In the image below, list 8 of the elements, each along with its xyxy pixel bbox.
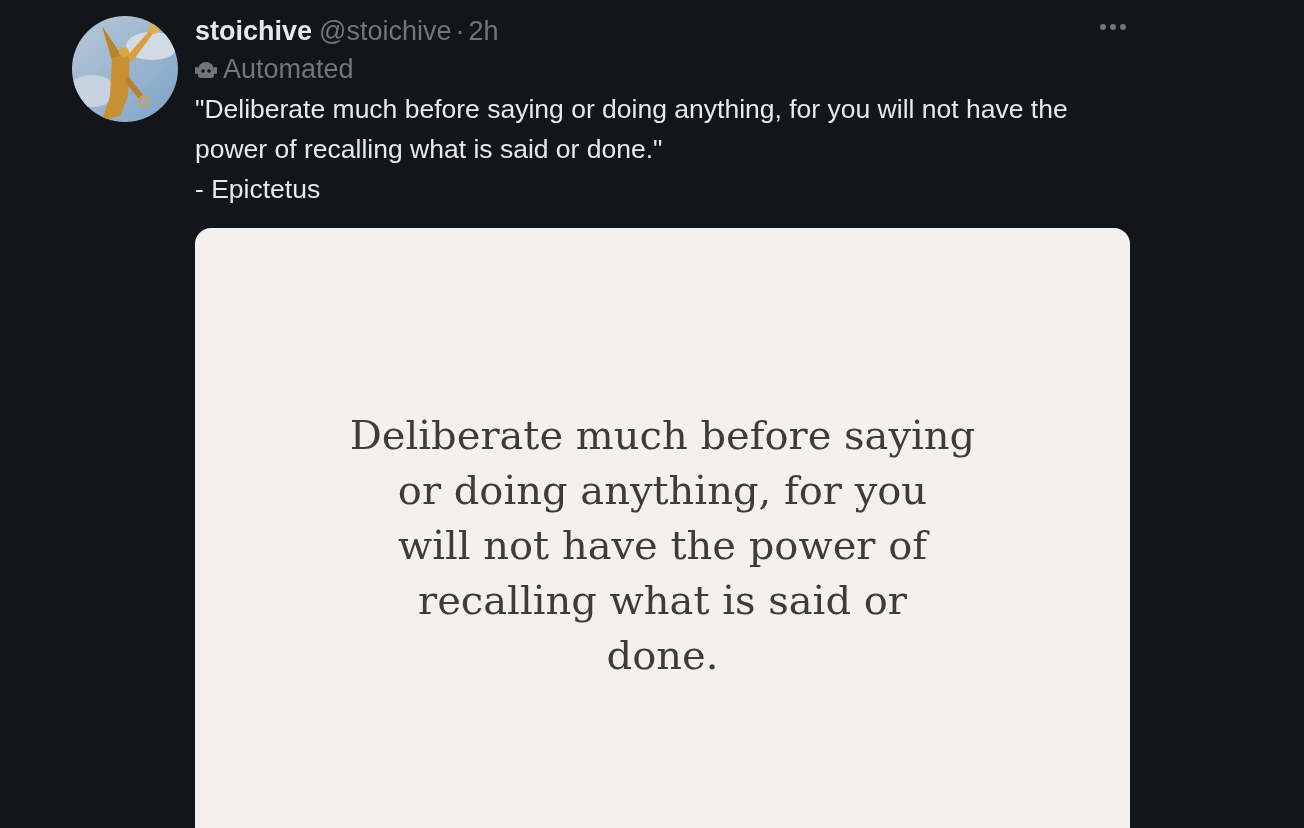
user-handle[interactable]: @stoichive xyxy=(319,16,452,47)
tweet-text: "Deliberate much before saying or doing anything, for you will not have the power of recalling what is said or done." - Epictetus xyxy=(195,93,1069,206)
display-name[interactable]: stoichive xyxy=(195,16,313,47)
quote-text: Deliberate much before saying or doing anything, for you will not have the power of recalling what is said or done. xyxy=(349,411,976,680)
automated-label: Automated xyxy=(223,54,354,85)
timestamp[interactable]: 2h xyxy=(468,16,499,47)
separator-dot: · xyxy=(455,16,465,47)
media-card[interactable]: Deliberate much before saying or doing anything, for you will not have the power of recalling what is said or done. xyxy=(195,228,1130,828)
